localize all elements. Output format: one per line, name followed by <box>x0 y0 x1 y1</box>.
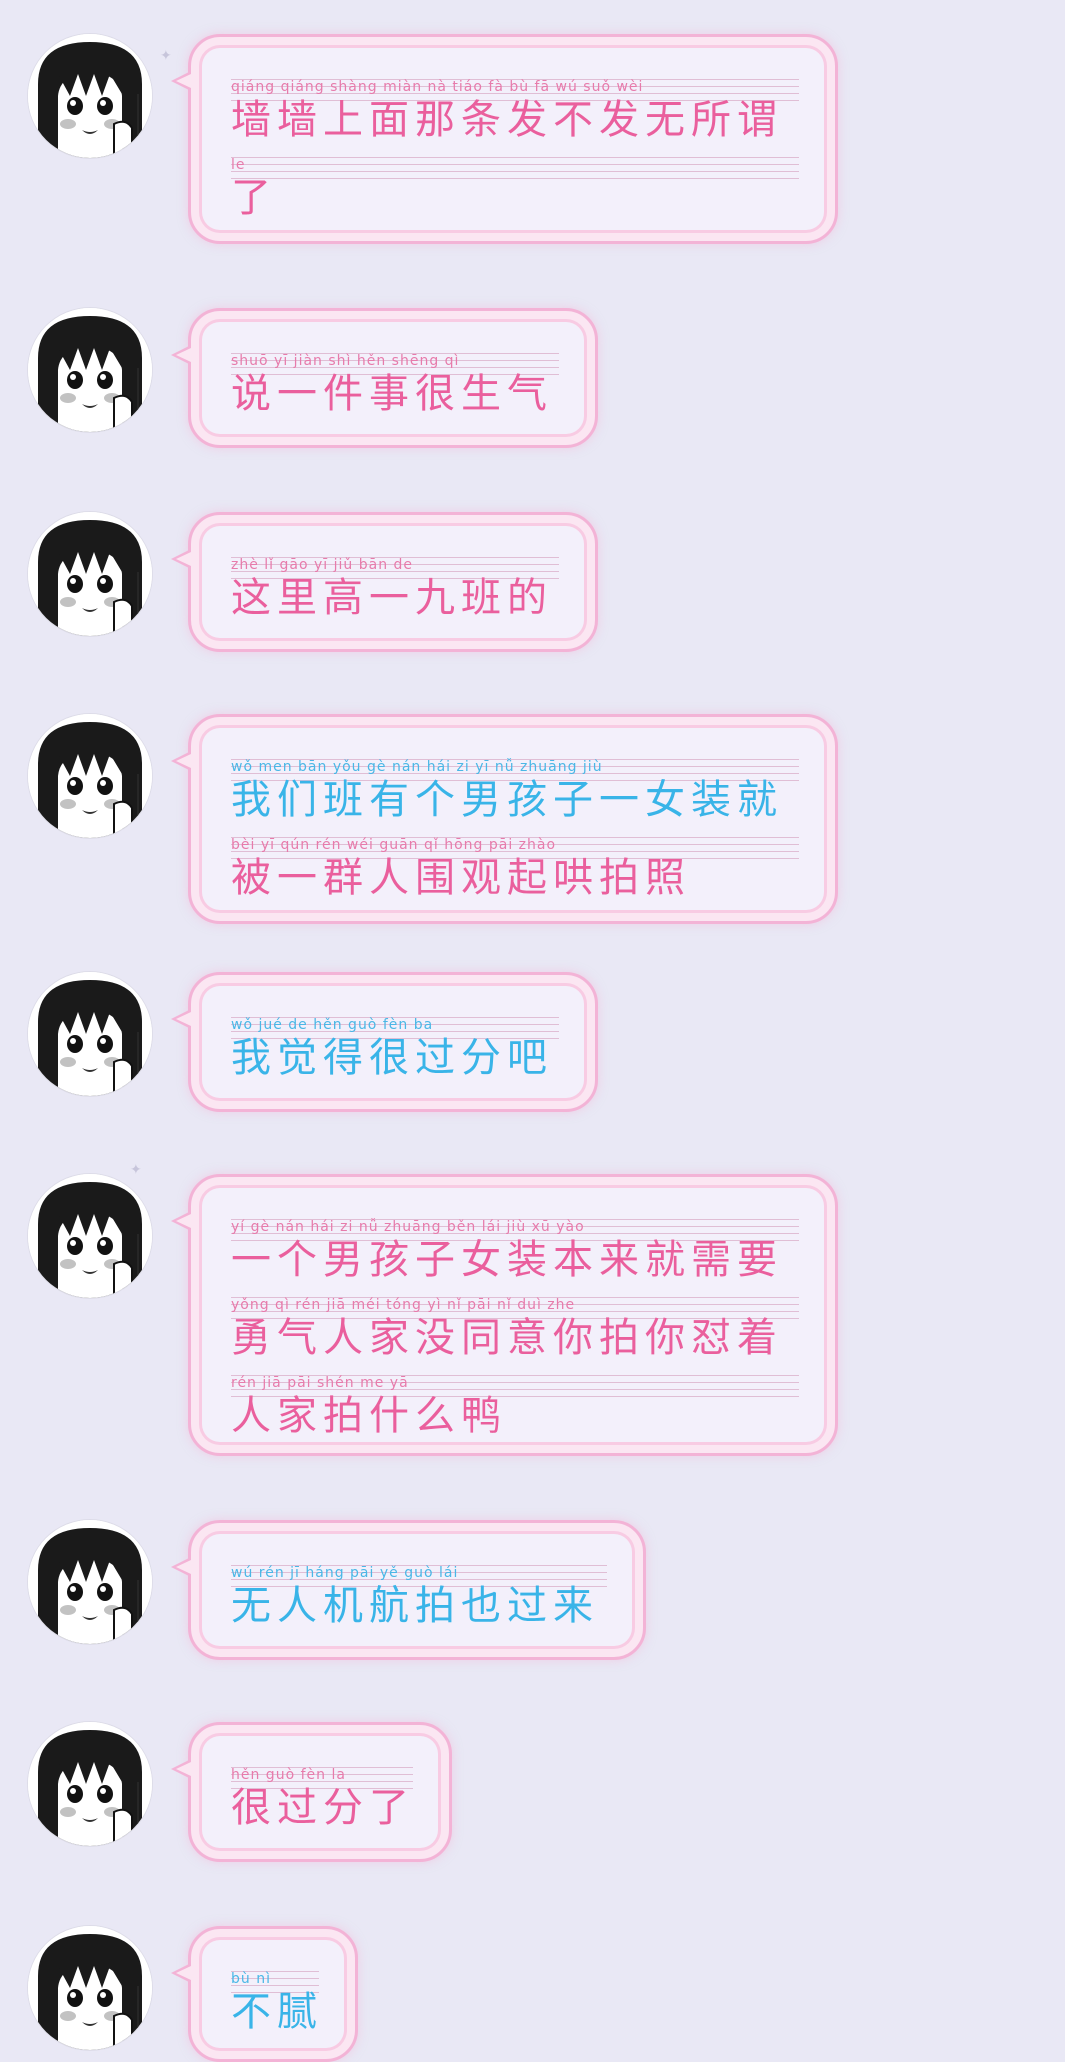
bubble-tail <box>171 1557 191 1577</box>
message-bubble[interactable]: zhè lǐ gāo yī jiǔ bān de 这里高一九班的 <box>171 512 598 652</box>
text-line: yǒng qì rén jiā méi tóng yì nǐ pāi nǐ du… <box>231 1295 799 1361</box>
text-line: shuō yī jiàn shì hěn shēng qì 说一件事很生气 <box>231 351 559 417</box>
avatar[interactable] <box>28 34 152 158</box>
text-line: le 了 <box>231 155 799 221</box>
manga-girl-avatar-icon <box>28 972 152 1096</box>
pinyin-text: le <box>231 157 246 173</box>
manga-girl-avatar-icon <box>28 34 152 158</box>
message-text: 被一群人围观起哄拍照 <box>231 855 691 901</box>
message-bubble[interactable]: shuō yī jiàn shì hěn shēng qì 说一件事很生气 <box>171 308 598 448</box>
avatar[interactable] <box>28 1174 152 1298</box>
message-text: 勇气人家没同意你拍你怼着 <box>231 1315 783 1361</box>
message-text: 这里高一九班的 <box>231 575 553 621</box>
pinyin-text: wú rén jī háng pāi yě guò lái <box>231 1565 459 1581</box>
avatar[interactable] <box>28 308 152 432</box>
message-text: 无人机航拍也过来 <box>231 1583 599 1629</box>
pinyin-text: zhè lǐ gāo yī jiǔ bān de <box>231 557 414 573</box>
pinyin-text: rén jiā pāi shén me yā <box>231 1375 409 1391</box>
manga-girl-avatar-icon <box>28 1926 152 2050</box>
message-bubble[interactable]: wú rén jī háng pāi yě guò lái 无人机航拍也过来 <box>171 1520 646 1660</box>
message-bubble[interactable]: bù nì 不腻 <box>171 1926 358 2062</box>
pinyin-text: hěn guò fèn la <box>231 1767 346 1783</box>
avatar[interactable] <box>28 714 152 838</box>
message-text: 墙墙上面那条发不发无所谓 <box>231 97 783 143</box>
manga-girl-avatar-icon <box>28 1722 152 1846</box>
text-line: yí gè nán hái zi nǚ zhuāng běn lái jiù x… <box>231 1217 799 1283</box>
message-text: 不腻 <box>231 1989 323 2035</box>
pinyin-text: wǒ jué de hěn guò fèn ba <box>231 1017 434 1033</box>
message-bubble[interactable]: yí gè nán hái zi nǚ zhuāng běn lái jiù x… <box>171 1174 838 1456</box>
pinyin-text: bù nì <box>231 1971 271 1987</box>
text-line: wǒ jué de hěn guò fèn ba 我觉得很过分吧 <box>231 1015 559 1081</box>
manga-girl-avatar-icon <box>28 1174 152 1298</box>
bubble-tail <box>171 1759 191 1779</box>
sparkle-icon: ✦ <box>130 1162 142 1178</box>
bubble-tail <box>171 71 191 91</box>
text-line: bèi yī qún rén wéi guān qǐ hōng pāi zhào… <box>231 835 799 901</box>
avatar[interactable] <box>28 512 152 636</box>
bubble-tail <box>171 1963 191 1983</box>
text-line: hěn guò fèn la 很过分了 <box>231 1765 413 1831</box>
bubble-tail <box>171 345 191 365</box>
message-text: 我觉得很过分吧 <box>231 1035 553 1081</box>
message-text: 人家拍什么鸭 <box>231 1393 507 1439</box>
message-bubble[interactable]: wǒ men bān yǒu gè nán hái zi yī nǚ zhuān… <box>171 714 838 924</box>
avatar[interactable] <box>28 1722 152 1846</box>
manga-girl-avatar-icon <box>28 512 152 636</box>
bubble-tail <box>171 1009 191 1029</box>
bubble-tail <box>171 751 191 771</box>
pinyin-text: qiáng qiáng shàng miàn nà tiáo fà bù fā … <box>231 79 644 95</box>
avatar[interactable] <box>28 1520 152 1644</box>
message-bubble[interactable]: wǒ jué de hěn guò fèn ba 我觉得很过分吧 <box>171 972 598 1112</box>
bubble-tail <box>171 1211 191 1231</box>
message-text: 我们班有个男孩子一女装就 <box>231 777 783 823</box>
text-line: zhè lǐ gāo yī jiǔ bān de 这里高一九班的 <box>231 555 559 621</box>
message-text: 很过分了 <box>231 1785 415 1831</box>
pinyin-text: yí gè nán hái zi nǚ zhuāng běn lái jiù x… <box>231 1219 585 1235</box>
message-text: 说一件事很生气 <box>231 371 553 417</box>
message-bubble[interactable]: hěn guò fèn la 很过分了 <box>171 1722 452 1862</box>
text-line: bù nì 不腻 <box>231 1969 319 2035</box>
text-line: qiáng qiáng shàng miàn nà tiáo fà bù fā … <box>231 77 799 143</box>
avatar[interactable] <box>28 1926 152 2050</box>
manga-girl-avatar-icon <box>28 714 152 838</box>
message-text: 一个男孩子女装本来就需要 <box>231 1237 783 1283</box>
pinyin-text: wǒ men bān yǒu gè nán hái zi yī nǚ zhuān… <box>231 759 603 775</box>
pinyin-text: yǒng qì rén jiā méi tóng yì nǐ pāi nǐ du… <box>231 1297 576 1313</box>
text-line: rén jiā pāi shén me yā 人家拍什么鸭 <box>231 1373 799 1439</box>
bubble-tail <box>171 549 191 569</box>
pinyin-text: bèi yī qún rén wéi guān qǐ hōng pāi zhào <box>231 837 557 853</box>
sparkle-icon: ✦ <box>160 48 172 64</box>
pinyin-text: shuō yī jiàn shì hěn shēng qì <box>231 353 460 369</box>
text-line: wǒ men bān yǒu gè nán hái zi yī nǚ zhuān… <box>231 757 799 823</box>
text-line: wú rén jī háng pāi yě guò lái 无人机航拍也过来 <box>231 1563 607 1629</box>
message-text: 了 <box>231 175 277 221</box>
avatar[interactable] <box>28 972 152 1096</box>
manga-girl-avatar-icon <box>28 1520 152 1644</box>
message-bubble[interactable]: qiáng qiáng shàng miàn nà tiáo fà bù fā … <box>171 34 838 244</box>
manga-girl-avatar-icon <box>28 308 152 432</box>
